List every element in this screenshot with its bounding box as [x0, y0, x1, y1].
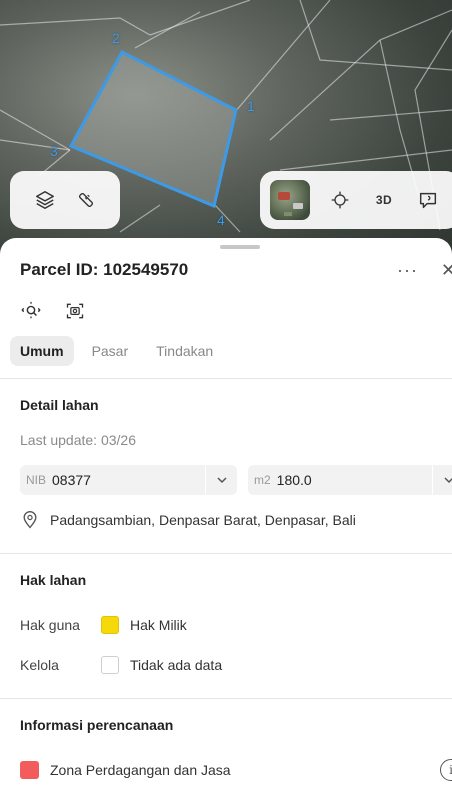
vertex-label-1: 1 [247, 98, 255, 114]
measure-button[interactable] [68, 182, 104, 218]
sheet-header: Parcel ID: 102549570 ··· ✕ [20, 260, 452, 284]
close-button[interactable]: ✕ [441, 260, 452, 281]
ruler-measure-icon [78, 192, 93, 208]
layers-button[interactable] [27, 182, 63, 218]
vertex-label-3: 3 [50, 143, 58, 159]
area-dropdown-button[interactable] [432, 465, 452, 495]
sheet-drag-handle[interactable] [220, 245, 260, 249]
map-tools-panel [10, 171, 120, 229]
location-pin-icon [23, 511, 37, 529]
satellite-basemap-toggle[interactable] [270, 180, 310, 220]
3d-label: 3D [375, 193, 393, 207]
map-view[interactable]: 1 2 3 4 3D [0, 0, 452, 270]
chevron-down-icon [443, 477, 452, 484]
last-update-text: Last update: 03/26 [20, 432, 136, 448]
planning-section-title: Informasi perencanaan [20, 717, 174, 733]
rights-section-title: Hak lahan [20, 572, 87, 588]
chat-feedback-icon [419, 192, 437, 209]
locate-button[interactable] [322, 182, 358, 218]
location-text: Padangsambian, Denpasar Barat, Denpasar,… [50, 512, 356, 528]
crosshair-location-icon [331, 191, 349, 209]
vertex-label-2: 2 [112, 30, 120, 46]
kelola-color-swatch [101, 656, 119, 674]
area-value: 180.0 [276, 472, 312, 488]
camera-scan-icon [66, 303, 84, 319]
nib-dropdown-button[interactable] [205, 465, 237, 495]
zoom-to-parcel-icon [21, 301, 41, 319]
3d-toggle-button[interactable]: 3D [366, 182, 402, 218]
more-options-button[interactable]: ··· [397, 260, 418, 281]
divider [0, 378, 452, 379]
area-field[interactable]: m2 180.0 [248, 465, 452, 495]
kelola-label: Kelola [20, 657, 59, 673]
detail-section-title: Detail lahan [20, 397, 99, 413]
nib-value: 08377 [52, 472, 91, 488]
camera-scan-button[interactable] [62, 300, 88, 322]
parcel-tools [18, 300, 88, 322]
hak-guna-value: Hak Milik [130, 617, 187, 633]
tab-bar: Umum Pasar Tindakan [10, 336, 223, 366]
tab-pasar[interactable]: Pasar [82, 336, 139, 366]
kelola-value: Tidak ada data [130, 657, 223, 673]
location-row: Padangsambian, Denpasar Barat, Denpasar,… [20, 510, 356, 530]
nib-label: NIB [26, 473, 47, 487]
hak-guna-label: Hak guna [20, 617, 80, 633]
zone-label: Zona Perdagangan dan Jasa [50, 762, 231, 778]
nib-field[interactable]: NIB 08377 [20, 465, 237, 495]
feedback-button[interactable] [410, 182, 446, 218]
tab-tindakan[interactable]: Tindakan [146, 336, 223, 366]
parcel-detail-sheet: Parcel ID: 102549570 ··· ✕ Umum Pasar Ti… [0, 238, 452, 804]
zone-info-button[interactable]: i [440, 759, 452, 781]
divider [0, 553, 452, 554]
divider [0, 698, 452, 699]
zone-color-swatch [20, 761, 39, 779]
parcel-title: Parcel ID: 102549570 [20, 260, 189, 279]
layers-icon [35, 191, 54, 209]
map-view-panel: 3D [260, 171, 452, 229]
map-background [0, 0, 452, 233]
area-unit-label: m2 [254, 473, 271, 487]
chevron-down-icon [216, 477, 227, 484]
hak-guna-color-swatch [101, 616, 119, 634]
vertex-label-4: 4 [217, 212, 225, 228]
tab-umum[interactable]: Umum [10, 336, 74, 366]
zoom-to-parcel-button[interactable] [18, 300, 44, 322]
